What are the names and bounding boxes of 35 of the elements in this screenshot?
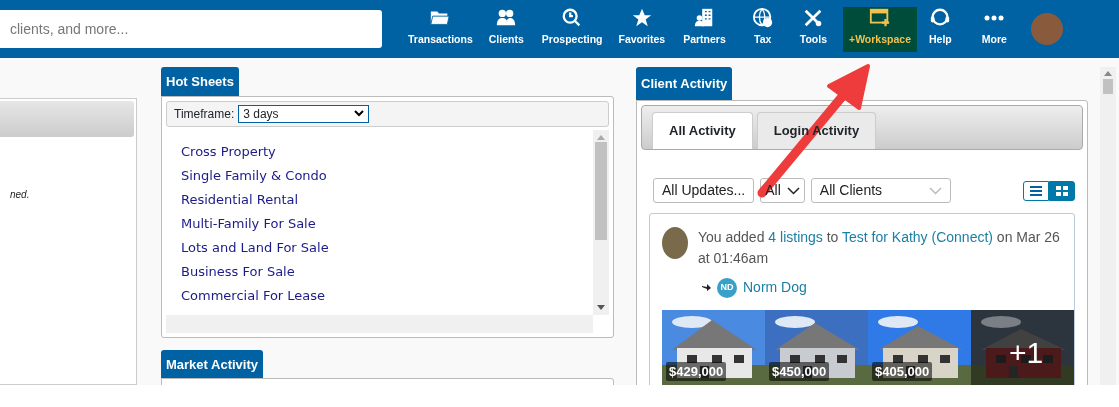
filter-dropdown[interactable]: All Updates... <box>653 178 755 203</box>
nav-button[interactable]: Help <box>923 6 958 52</box>
hot-sheet-link[interactable]: Residential Rental <box>181 187 578 212</box>
price-label: $450,000 <box>769 361 830 381</box>
hot-sheet-link[interactable]: Cross Property <box>181 139 578 164</box>
filter-dropdown[interactable]: All Clients <box>810 178 951 203</box>
nav-button[interactable]: More <box>975 6 1013 52</box>
nav-button[interactable]: Prospecting <box>535 6 609 52</box>
activity-text: You added 4 listings to Test for Kathy (Connect) on Mar 26 at 01:46am <box>698 228 1061 268</box>
nav-button[interactable]: Transactions <box>402 6 479 52</box>
hot-sheet-link[interactable]: Commercial For Lease <box>181 283 578 308</box>
panel-title: Market Activity <box>161 349 263 378</box>
timeframe-label: Timeframe: <box>174 105 235 123</box>
hot-sheet-link[interactable]: Multi-Family For Sale <box>181 211 578 236</box>
nav-button[interactable]: Clients <box>482 6 530 52</box>
client-link[interactable]: Norm Dog <box>743 277 807 298</box>
nav-button[interactable]: Partners <box>677 6 732 52</box>
nav-button[interactable]: Favorites <box>612 6 672 52</box>
activity-link[interactable]: Test for Kathy (Connect) <box>842 229 993 245</box>
nav-button[interactable]: Tax <box>745 6 780 52</box>
panel-title: Hot Sheets <box>161 67 239 96</box>
timeframe-select[interactable]: 3 days <box>238 104 370 123</box>
client-initials: ND <box>717 277 737 298</box>
note-text: ned. <box>9 188 31 202</box>
tab[interactable]: All Activity <box>652 111 753 149</box>
nav-button[interactable]: +Workspace <box>843 6 917 52</box>
panel-title: Client Activity <box>636 67 733 100</box>
price-label: $429,000 <box>666 361 727 381</box>
activity-link[interactable]: 4 listings <box>768 229 823 245</box>
hot-sheet-link[interactable]: Business For Sale <box>181 259 578 284</box>
price-label: $405,000 <box>872 361 933 381</box>
hot-sheet-link[interactable]: Lots and Land For Sale <box>181 235 578 260</box>
hot-sheet-link[interactable]: Single Family & Condo <box>181 163 578 188</box>
nav-button[interactable]: Tools <box>793 6 833 52</box>
search-field[interactable]: clients, and more... <box>0 10 382 48</box>
